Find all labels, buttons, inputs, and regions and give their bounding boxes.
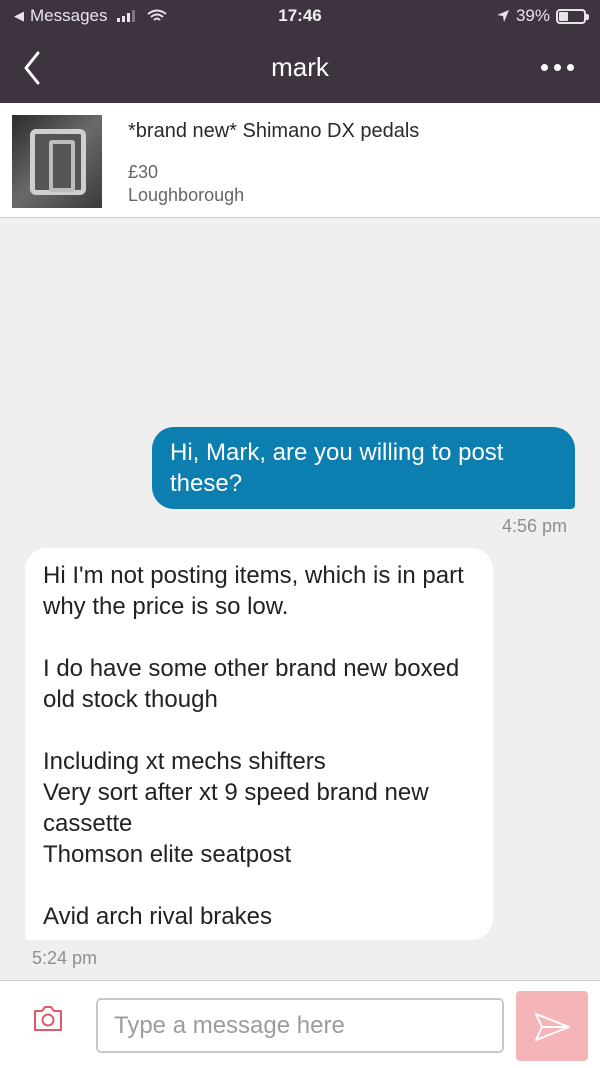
- listing-thumbnail[interactable]: [12, 115, 102, 208]
- listing-title: *brand new* Shimano DX pedals: [128, 120, 420, 142]
- top-bar: ◀ Messages 17:46 39% mark: [0, 0, 600, 103]
- message-paragraph: Avid arch rival brakes: [43, 903, 272, 930]
- conversation-title: mark: [271, 52, 329, 82]
- send-icon: [535, 1013, 570, 1041]
- pedal-image: [30, 129, 86, 195]
- listing-location: Loughborough: [128, 185, 245, 205]
- status-bar: ◀ Messages 17:46 39%: [0, 0, 600, 34]
- incoming-message: Hi I'm not posting items, which is in pa…: [25, 548, 493, 940]
- message-composer: [0, 980, 600, 1068]
- listing-price: £30: [128, 162, 159, 182]
- message-input[interactable]: [96, 998, 504, 1053]
- location-arrow-icon: [496, 10, 509, 22]
- listing-card[interactable]: *brand new* Shimano DX pedals £30 Loughb…: [0, 103, 600, 218]
- battery-icon: [556, 8, 589, 24]
- camera-icon[interactable]: [32, 1003, 64, 1033]
- send-button[interactable]: [516, 991, 588, 1061]
- battery-fill: [559, 11, 568, 21]
- message-paragraph: Hi I'm not posting items, which is in pa…: [43, 562, 464, 620]
- message-paragraph: Including xt mechs shifters Very sort af…: [43, 748, 429, 868]
- outgoing-message: Hi, Mark, are you willing to post these?: [152, 427, 575, 509]
- battery-percent: 39%: [515, 6, 550, 25]
- outgoing-message-time: 4:56 pm: [501, 516, 567, 536]
- more-options-icon[interactable]: [541, 64, 574, 71]
- status-right: 39%: [496, 6, 589, 26]
- incoming-message-time: 5:24 pm: [32, 948, 98, 968]
- nav-bar: mark: [0, 34, 600, 103]
- message-paragraph: I do have some other brand new boxed old…: [43, 655, 460, 713]
